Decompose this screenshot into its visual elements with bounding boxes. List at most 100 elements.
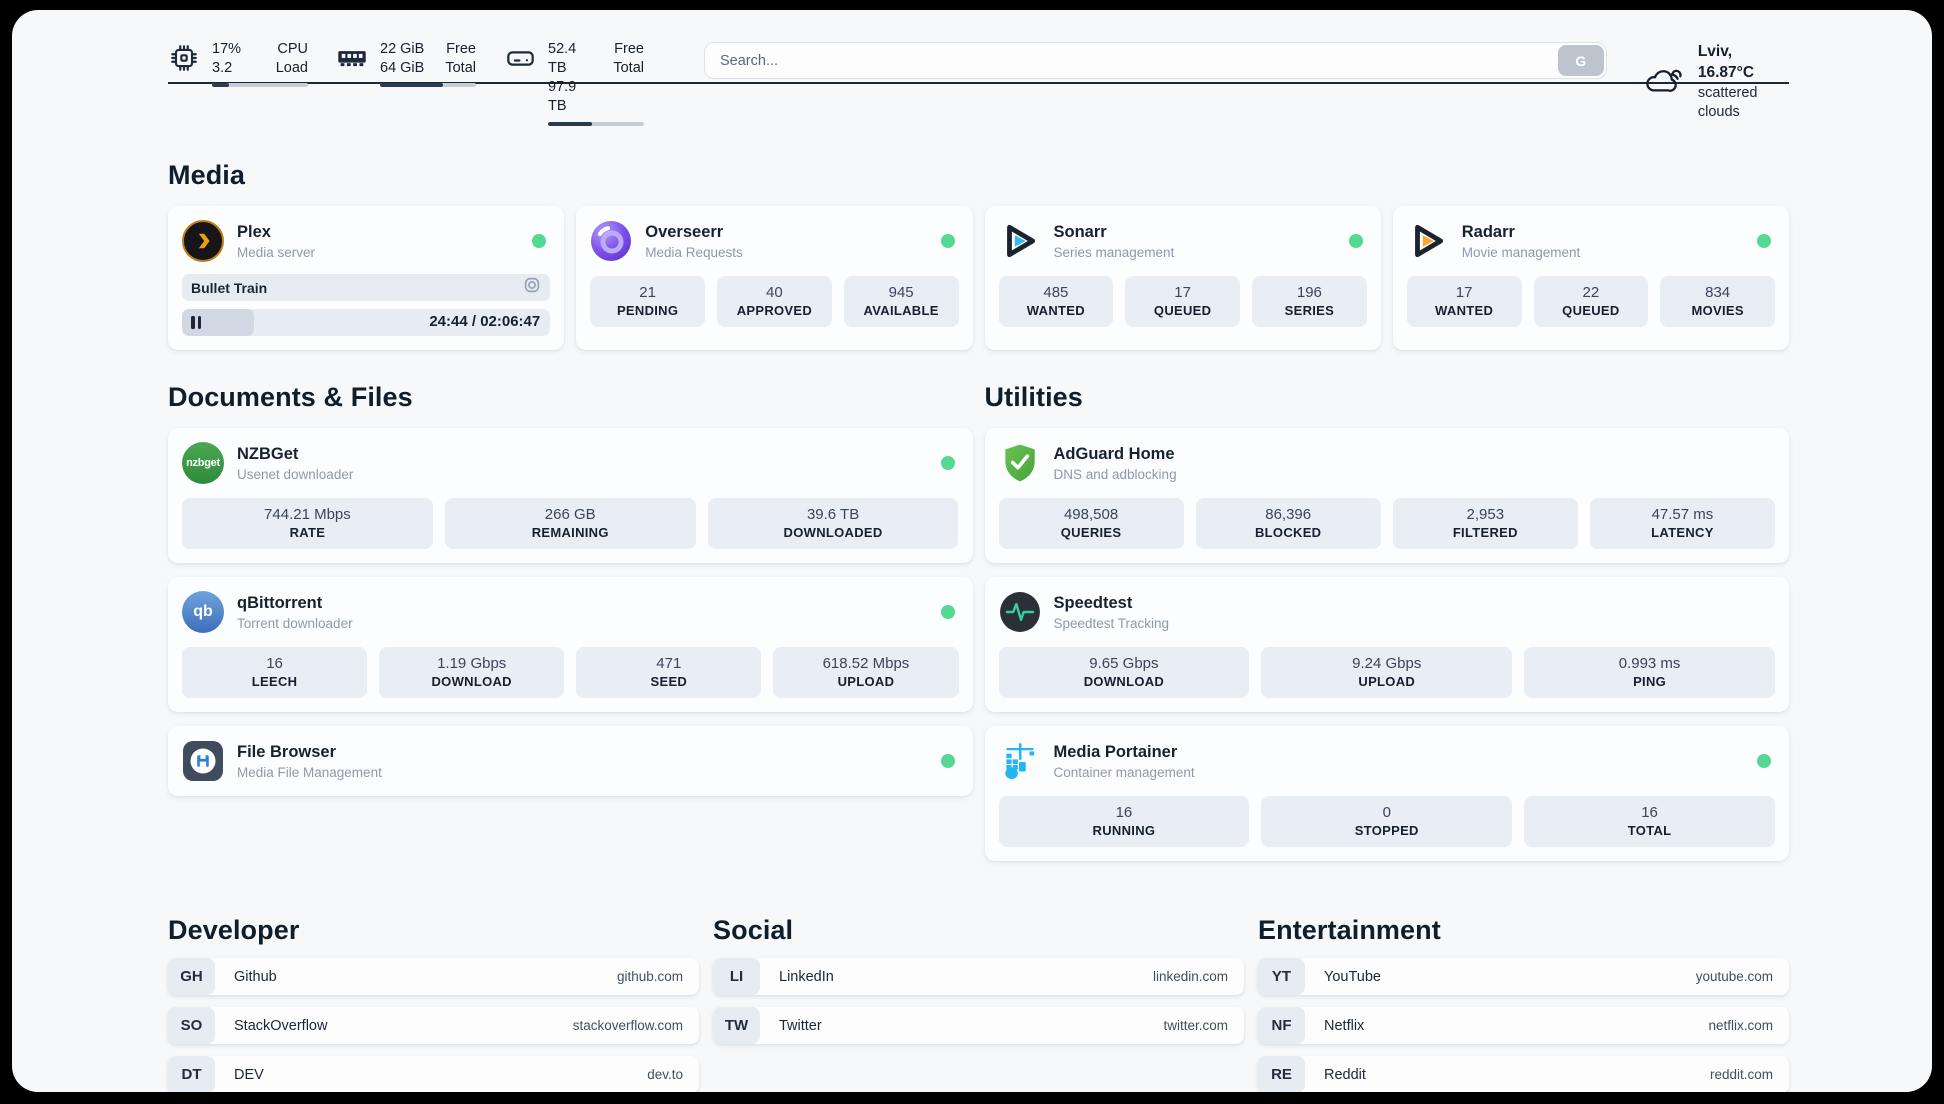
cpu-load-label: Load [275,60,308,77]
link-name: Github [234,968,277,985]
app-card-filebrowser[interactable]: File Browser Media File Management [168,726,973,796]
search-input[interactable] [704,42,1607,79]
app-description: DNS and adblocking [1053,466,1177,482]
app-card-qbittorrent[interactable]: qb qBittorrent Torrent downloader 16 LEEC… [168,577,973,712]
stat-blocked: 86,396 BLOCKED [1195,498,1381,549]
link-dev[interactable]: DT DEV dev.to [168,1056,699,1092]
overseerr-icon [590,220,632,262]
link-stackoverflow[interactable]: SO StackOverflow stackoverflow.com [168,1007,699,1044]
app-card-plex[interactable]: Plex Media server Bullet Train 24:44 / 0… [168,206,565,350]
pause-icon[interactable] [191,316,201,329]
disk-total-value: 97.9 TB [548,79,577,115]
link-linkedin[interactable]: LI LinkedIn linkedin.com [713,958,1244,995]
link-name: DEV [234,1066,264,1083]
disk-progress-bar [548,121,644,126]
search-engine-button[interactable]: G [1557,45,1604,76]
link-name: LinkedIn [779,968,834,985]
app-description: Usenet downloader [237,466,354,482]
cpu-usage-value: 17% [212,41,242,57]
app-card-nzbget[interactable]: nzbget NZBGet Usenet downloader 744.21 M… [168,428,973,563]
stat-seed: 471 SEED [576,647,762,698]
stat-filtered: 2,953 FILTERED [1392,498,1578,549]
app-name: Overseerr [645,222,724,241]
link-github[interactable]: GH Github github.com [168,958,699,995]
search-box: G [704,42,1607,79]
stat-movies: 834 MOVIES [1660,276,1775,327]
section-title-media: Media [168,160,246,190]
section-title-developer: Developer [168,915,300,945]
stat-upload: 9.24 Gbps UPLOAD [1261,647,1513,698]
cpu-widget: 17% 3.2 CPU Load [168,40,308,88]
app-description: Media server [237,244,316,260]
weather-condition: scattered clouds [1697,84,1758,121]
link-name: Twitter [779,1017,822,1034]
app-card-sonarr[interactable]: Sonarr Series management 485 WANTED 17 QUE… [984,206,1381,350]
app-name: qBittorrent [237,593,323,612]
sonarr-icon [999,220,1041,262]
now-playing-row: Bullet Train [182,274,551,301]
link-name: Reddit [1324,1066,1366,1083]
disk-free-label: Free [614,41,644,57]
app-description: Series management [1053,244,1175,260]
stat-download: 9.65 Gbps DOWNLOAD [998,647,1250,698]
stat-download: 1.19 Gbps DOWNLOAD [379,647,565,698]
stat-wanted: 17 WANTED [1406,276,1522,327]
stat-wanted: 485 WANTED [998,276,1114,327]
plex-icon [182,220,224,262]
section-title-utilities: Utilities [984,382,1083,412]
cpu-icon [168,42,200,74]
ram-widget: 22 GiB 64 GiB Free Total [336,40,476,88]
stat-downloaded: 39.6 TB DOWNLOADED [707,498,959,549]
section-title-entertainment: Entertainment [1258,915,1441,945]
link-reddit[interactable]: RE Reddit reddit.com [1258,1056,1789,1092]
app-description: Speedtest Tracking [1053,615,1170,631]
stat-remaining: 266 GB REMAINING [444,498,696,549]
app-description: Media Requests [645,244,743,260]
link-url: stackoverflow.com [572,1018,683,1033]
adguard-icon [999,442,1041,484]
stat-queries: 498,508 QUERIES [998,498,1184,549]
link-url: linkedin.com [1152,969,1228,984]
cpu-load-value: 3.2 [212,60,233,77]
status-dot [532,234,547,248]
app-card-radarr[interactable]: Radarr Movie management 17 WANTED 22 QUEUE… [1392,206,1789,350]
playback-time: 24:44 / 02:06:47 [429,313,541,330]
app-card-speedtest[interactable]: Speedtest Speedtest Tracking 9.65 Gbps DO… [984,577,1789,712]
stat-stopped: 0 STOPPED [1261,796,1513,847]
weather-widget: Lviv, 16.87°C scattered clouds [1643,42,1789,123]
link-url: dev.to [647,1067,683,1082]
link-youtube[interactable]: YT YouTube youtube.com [1258,958,1789,995]
link-twitter[interactable]: TW Twitter twitter.com [713,1007,1244,1044]
app-card-portainer[interactable]: Media Portainer Container management 16 R… [984,726,1789,861]
app-name: NZBGet [237,444,299,463]
link-badge: NF [1258,1007,1305,1044]
ram-total-value: 64 GiB [380,60,425,77]
now-playing-title: Bullet Train [191,279,268,296]
cpu-progress-bar [212,83,308,88]
stat-approved: 40 APPROVED [717,276,832,327]
stat-queued: 17 QUEUED [1125,276,1240,327]
app-name: Media Portainer [1053,742,1178,761]
disk-icon [504,42,536,74]
stat-latency: 47.57 ms LATENCY [1589,498,1775,549]
disk-free-value: 52.4 TB [548,41,577,77]
link-badge: LI [713,958,760,995]
section-title-social: Social [713,915,794,945]
top-bar: 17% 3.2 CPU Load 22 GiB 64 GiB Free Tota… [168,10,1789,126]
app-card-adguard[interactable]: AdGuard Home DNS and adblocking 498,508 Q… [984,428,1789,563]
link-name: YouTube [1324,968,1381,985]
link-badge: GH [168,958,215,995]
status-dot [940,456,955,470]
stat-available: 945 AVAILABLE [843,276,959,327]
qbittorrent-icon: qb [182,591,224,633]
app-name: Radarr [1461,222,1515,241]
dashboard-panel: 17% 3.2 CPU Load 22 GiB 64 GiB Free Tota… [12,10,1932,1092]
ram-free-label: Free [446,41,476,57]
app-card-overseerr[interactable]: Overseerr Media Requests 21 PENDING 40 APP… [576,206,973,350]
link-url: twitter.com [1163,1018,1228,1033]
link-netflix[interactable]: NF Netflix netflix.com [1258,1007,1789,1044]
link-badge: SO [168,1007,215,1044]
status-dot [940,754,955,768]
link-url: netflix.com [1708,1018,1773,1033]
stat-upload: 618.52 Mbps UPLOAD [773,647,959,698]
